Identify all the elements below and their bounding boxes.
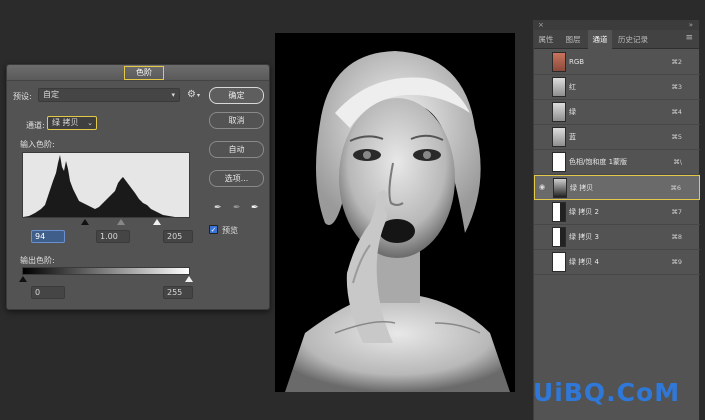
- preset-label: 预设:: [13, 92, 32, 101]
- channel-thumbnail: [552, 252, 566, 272]
- visibility-eye-icon[interactable]: [538, 57, 547, 66]
- visibility-eye-icon[interactable]: [538, 107, 547, 116]
- tab-history[interactable]: 历史记录: [614, 30, 652, 49]
- channel-label: 通道:: [26, 121, 45, 130]
- output-white-slider[interactable]: [185, 276, 193, 282]
- panel-topbar: × »: [534, 20, 699, 30]
- channel-row[interactable]: 红 ⌘3: [534, 75, 700, 100]
- visibility-eye-icon[interactable]: ◉: [539, 183, 548, 192]
- channel-thumbnail: [552, 77, 566, 97]
- channel-thumbnail: [553, 178, 567, 198]
- output-levels-label: 输出色阶:: [20, 256, 55, 265]
- tab-channels[interactable]: 通道: [588, 30, 612, 49]
- output-gradient: [22, 267, 190, 275]
- channel-thumbnail: [552, 102, 566, 122]
- white-eyedropper-icon[interactable]: ✒: [251, 203, 261, 213]
- input-gamma-value[interactable]: 1.00: [96, 230, 130, 243]
- channel-shortcut: ⌘\: [673, 158, 682, 166]
- levels-dialog: 色阶 预设: 自定 ▾ ⚙ ▾ 通道: 绿 拷贝 ⌄ 输入色阶: 94 1.00…: [6, 64, 270, 310]
- channel-row[interactable]: 绿 拷贝 3 ⌘8: [534, 225, 700, 250]
- visibility-eye-icon[interactable]: [538, 207, 547, 216]
- channel-shortcut: ⌘6: [670, 184, 681, 192]
- panel-tabs: 属性 图层 通道 历史记录 ≡: [534, 30, 699, 49]
- input-levels-label: 输入色阶:: [20, 140, 55, 149]
- channel-name: 绿 拷贝 3: [569, 233, 599, 241]
- output-black-value[interactable]: 0: [31, 286, 65, 299]
- portrait-photo: [275, 33, 515, 392]
- visibility-eye-icon[interactable]: [538, 132, 547, 141]
- channel-thumbnail: [552, 152, 566, 172]
- panel-menu-icon[interactable]: ≡: [685, 33, 693, 43]
- channel-name: 色相/饱和度 1蒙版: [569, 158, 628, 166]
- histogram: [22, 152, 190, 218]
- watermark: UiBQ.CoM: [533, 378, 681, 407]
- channel-row[interactable]: 绿 拷贝 4 ⌘9: [534, 250, 700, 275]
- cancel-button[interactable]: 取消: [209, 112, 264, 129]
- channel-shortcut: ⌘8: [671, 233, 682, 241]
- auto-button[interactable]: 自动: [209, 141, 264, 158]
- channel-thumbnail: [552, 227, 566, 247]
- output-black-slider[interactable]: [19, 276, 27, 282]
- channel-row[interactable]: 蓝 ⌘5: [534, 125, 700, 150]
- visibility-eye-icon[interactable]: [538, 82, 547, 91]
- close-icon[interactable]: ×: [538, 20, 544, 30]
- channel-row[interactable]: 色相/饱和度 1蒙版 ⌘\: [534, 150, 700, 175]
- output-white-value[interactable]: 255: [163, 286, 193, 299]
- gear-icon[interactable]: ⚙: [187, 89, 196, 100]
- channel-name: RGB: [569, 58, 585, 66]
- preview-label: 预览: [222, 226, 238, 235]
- input-black-slider[interactable]: [81, 219, 89, 225]
- channel-name: 绿: [569, 108, 576, 116]
- dialog-title: 色阶: [124, 66, 164, 80]
- channel-row[interactable]: RGB ⌘2: [534, 50, 700, 75]
- dialog-titlebar[interactable]: 色阶: [7, 65, 269, 81]
- channel-row[interactable]: 绿 ⌘4: [534, 100, 700, 125]
- input-black-value[interactable]: 94: [31, 230, 65, 243]
- options-button[interactable]: 选项...: [209, 170, 264, 187]
- visibility-eye-icon[interactable]: [538, 232, 547, 241]
- visibility-eye-icon[interactable]: [538, 257, 547, 266]
- channels-panel: × » 属性 图层 通道 历史记录 ≡ RGB ⌘2 红 ⌘3 绿 ⌘4 蓝 ⌘5 色相/饱和度…: [533, 20, 700, 420]
- preset-select[interactable]: 自定 ▾: [38, 88, 180, 102]
- ok-button[interactable]: 确定: [209, 87, 264, 104]
- visibility-eye-icon[interactable]: [538, 157, 547, 166]
- chevron-down-icon: ▾: [171, 91, 175, 99]
- channel-select[interactable]: 绿 拷贝 ⌄: [47, 116, 97, 130]
- document-image: [275, 33, 515, 392]
- channel-thumbnail: [552, 52, 566, 72]
- channel-thumbnail: [552, 127, 566, 147]
- chevron-down-icon: ⌄: [87, 119, 93, 127]
- channel-shortcut: ⌘3: [671, 83, 682, 91]
- tab-properties[interactable]: 属性: [534, 30, 558, 49]
- channel-name: 绿 拷贝 2: [569, 208, 599, 216]
- input-white-value[interactable]: 205: [163, 230, 193, 243]
- tab-layers[interactable]: 图层: [560, 30, 586, 49]
- collapse-icon[interactable]: »: [689, 20, 693, 30]
- input-gamma-slider[interactable]: [117, 219, 125, 225]
- gear-chevron-icon: ▾: [197, 92, 201, 99]
- input-white-slider[interactable]: [153, 219, 161, 225]
- channel-name: 绿 拷贝: [570, 184, 594, 192]
- channel-shortcut: ⌘2: [671, 58, 682, 66]
- histogram-graph: [23, 155, 175, 217]
- channel-name: 蓝: [569, 133, 576, 141]
- preset-value: 自定: [43, 90, 59, 99]
- channel-name: 绿 拷贝 4: [569, 258, 599, 266]
- gray-eyedropper-icon[interactable]: ✒: [233, 203, 243, 213]
- channel-name: 红: [569, 83, 576, 91]
- black-eyedropper-icon[interactable]: ✒: [214, 203, 224, 213]
- channel-value: 绿 拷贝: [52, 118, 79, 127]
- channel-row[interactable]: 绿 拷贝 2 ⌘7: [534, 200, 700, 225]
- channel-row[interactable]: ◉ 绿 拷贝 ⌘6: [534, 175, 700, 200]
- channel-thumbnail: [552, 202, 566, 222]
- preview-checkbox[interactable]: ✓: [209, 225, 218, 234]
- channel-shortcut: ⌘9: [671, 258, 682, 266]
- channel-shortcut: ⌘5: [671, 133, 682, 141]
- channel-shortcut: ⌘7: [671, 208, 682, 216]
- channel-shortcut: ⌘4: [671, 108, 682, 116]
